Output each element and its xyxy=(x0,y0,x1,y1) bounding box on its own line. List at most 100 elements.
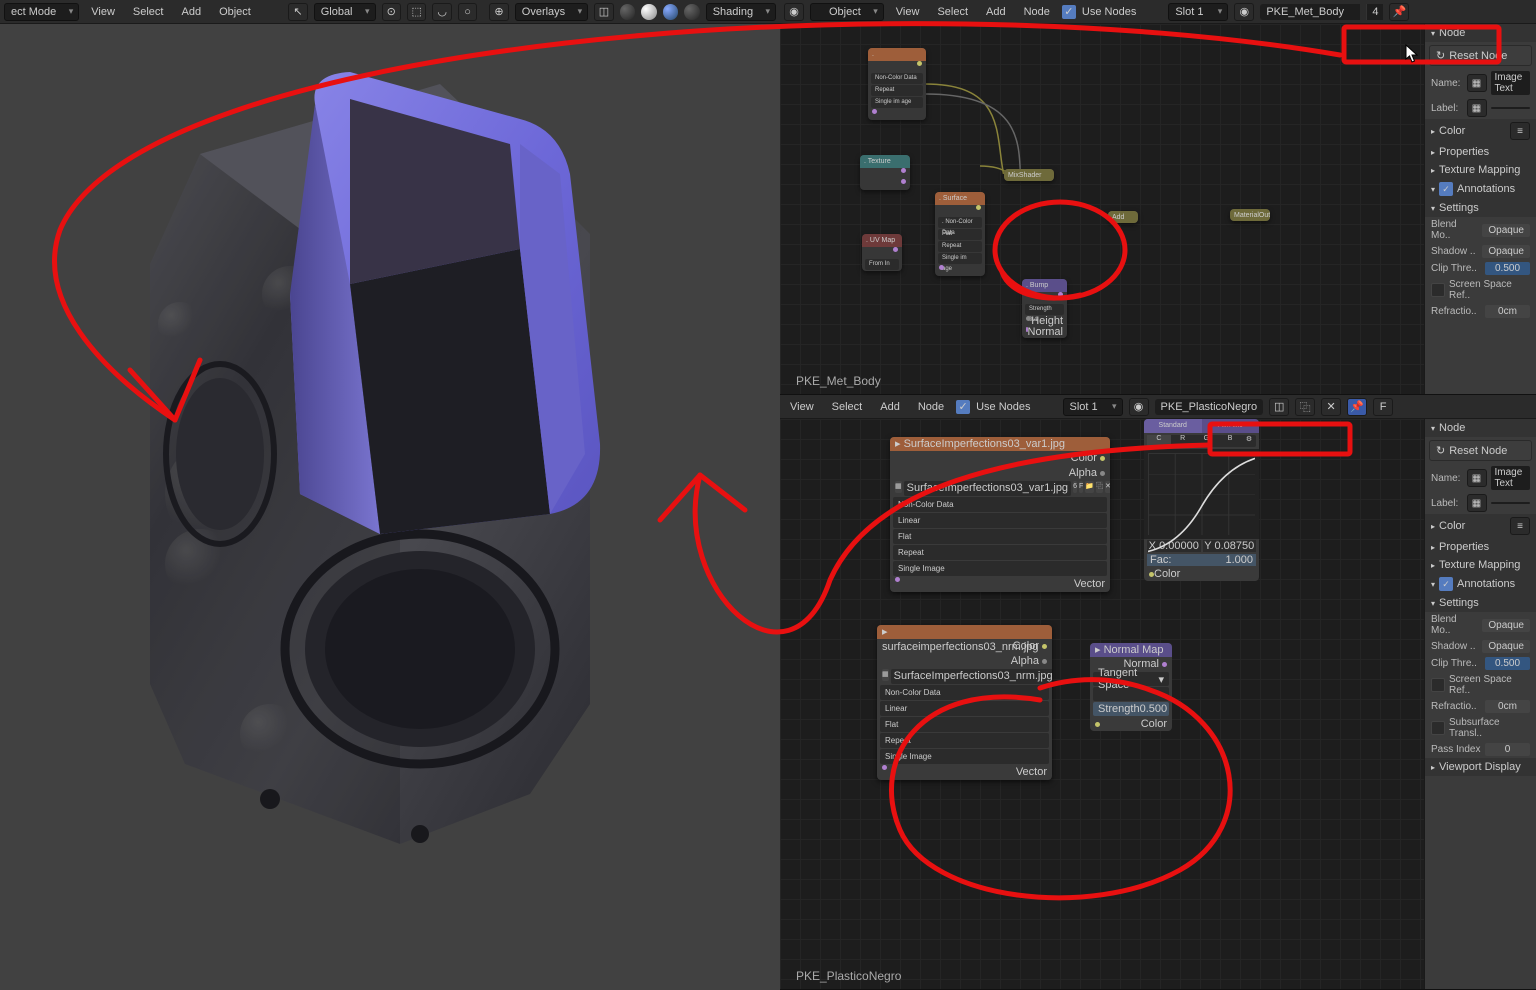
menu-view[interactable]: View xyxy=(85,4,121,20)
clip-label: Clip Thre.. xyxy=(1431,263,1481,274)
wireframe-shading-icon[interactable] xyxy=(620,4,636,20)
copy-icon[interactable]: ⿻ xyxy=(1295,398,1315,416)
snap-target-icon[interactable]: ◡ xyxy=(432,3,451,21)
xray-icon[interactable]: ◫ xyxy=(594,3,613,21)
menu-select[interactable]: Select xyxy=(826,399,869,415)
mode-dropdown[interactable]: ect Mode xyxy=(4,3,79,21)
fake-user-icon[interactable]: F xyxy=(1373,398,1393,416)
datablock-icon[interactable]: ▦ xyxy=(1467,469,1487,487)
orientation-dropdown[interactable]: Global xyxy=(314,3,376,21)
bump-node[interactable]: . Bump Strength 0.4 Height Normal xyxy=(1022,279,1067,338)
clip-value[interactable]: 0.500 xyxy=(1485,657,1530,670)
image-texture-var-node[interactable]: ▸ SurfaceImperfections03_var1.jpg Color … xyxy=(890,437,1110,592)
reset-node-button[interactable]: ↻Reset Node xyxy=(1429,440,1532,461)
menu-view[interactable]: View xyxy=(890,4,926,20)
overlays-dropdown[interactable]: Overlays xyxy=(515,3,588,21)
menu-select[interactable]: Select xyxy=(931,4,974,20)
browse-icon[interactable]: ▦ xyxy=(882,669,889,681)
menu-node[interactable]: Node xyxy=(912,399,950,415)
image-texture-node-2[interactable]: . Surface Imperfections . Non-Color Data… xyxy=(935,192,985,276)
refraction-value[interactable]: 0cm xyxy=(1485,305,1530,318)
panel-properties[interactable]: Properties xyxy=(1425,143,1536,161)
panel-texture-mapping[interactable]: Texture Mapping xyxy=(1425,161,1536,179)
label-field[interactable] xyxy=(1491,502,1531,504)
pin-icon[interactable]: 📌 xyxy=(1347,398,1367,416)
refraction-value[interactable]: 0cm xyxy=(1485,700,1530,713)
blend-mode-value[interactable]: Opaque xyxy=(1482,619,1530,632)
uvmap-node[interactable]: . UV Map From In stance xyxy=(862,234,902,271)
menu-add[interactable]: Add xyxy=(175,4,207,20)
snap-icon[interactable]: ⬚ xyxy=(407,3,426,21)
panel-color[interactable]: Color≡ xyxy=(1425,514,1536,538)
subsurf-checkbox[interactable] xyxy=(1431,721,1445,735)
label-icon[interactable]: ▦ xyxy=(1467,99,1487,117)
panel-annotations[interactable]: ✓Annotations xyxy=(1425,179,1536,199)
panel-node-header[interactable]: Node xyxy=(1425,24,1536,42)
name-field[interactable]: Image Text xyxy=(1491,466,1531,490)
label-icon[interactable]: ▦ xyxy=(1467,494,1487,512)
slot-dropdown[interactable]: Slot 1 xyxy=(1063,398,1123,416)
panel-node-header[interactable]: Node xyxy=(1425,419,1536,437)
material-users[interactable]: 4 xyxy=(1366,4,1383,20)
panel-viewport-display[interactable]: Viewport Display xyxy=(1425,758,1536,776)
material-name-field[interactable]: PKE_PlasticoNegro xyxy=(1155,399,1264,415)
clip-value[interactable]: 0.500 xyxy=(1485,262,1530,275)
clip-label: Clip Thre.. xyxy=(1431,658,1481,669)
use-nodes-checkbox[interactable]: ✓ xyxy=(956,400,970,414)
panel-properties[interactable]: Properties xyxy=(1425,538,1536,556)
browse-icon[interactable]: ▦ xyxy=(895,481,902,493)
editor-type-icon[interactable]: ◉ xyxy=(784,3,804,21)
ssr-checkbox[interactable] xyxy=(1431,283,1445,297)
mix-node[interactable]: MixShader xyxy=(1004,169,1054,181)
material-output-node[interactable]: MaterialOut xyxy=(1230,209,1270,221)
rgb-curves-node[interactable]: StandardFilm like C R G B ⚙ X 0.00000Y 0… xyxy=(1144,419,1259,581)
solid-shading-icon[interactable] xyxy=(641,4,657,20)
reset-node-button[interactable]: ↻Reset Node xyxy=(1429,45,1532,66)
shadow-mode-value[interactable]: Opaque xyxy=(1482,640,1530,653)
menu-add[interactable]: Add xyxy=(980,4,1012,20)
name-field[interactable]: Image Text xyxy=(1491,71,1531,95)
label-field[interactable] xyxy=(1491,107,1531,109)
panel-settings[interactable]: Settings xyxy=(1425,199,1536,217)
rendered-shading-icon[interactable] xyxy=(684,4,700,20)
new-icon[interactable]: ◫ xyxy=(1269,398,1289,416)
shadow-mode-label: Shadow .. xyxy=(1431,246,1478,257)
pivot-icon[interactable]: ⊙ xyxy=(382,3,401,21)
blend-mode-value[interactable]: Opaque xyxy=(1482,224,1530,237)
slot-dropdown[interactable]: Slot 1 xyxy=(1168,3,1228,21)
object-mode-dropdown[interactable]: Object xyxy=(810,3,884,21)
add-node[interactable]: Add xyxy=(1108,211,1138,223)
gizmo-icon[interactable]: ⊕ xyxy=(489,3,508,21)
node-canvas-bottom[interactable]: ▸ SurfaceImperfections03_var1.jpg Color … xyxy=(780,419,1424,989)
menu-node[interactable]: Node xyxy=(1018,4,1056,20)
proportional-icon[interactable]: ○ xyxy=(458,3,477,21)
shadow-mode-value[interactable]: Opaque xyxy=(1482,245,1530,258)
unlink-icon[interactable]: ✕ xyxy=(1321,398,1341,416)
datablock-icon[interactable]: ▦ xyxy=(1467,74,1487,92)
menu-add[interactable]: Add xyxy=(874,399,906,415)
menu-object[interactable]: Object xyxy=(213,4,257,20)
menu-select[interactable]: Select xyxy=(127,4,170,20)
panel-settings[interactable]: Settings xyxy=(1425,594,1536,612)
image-texture-node-1[interactable]: . PKE_Mat_Rug Non-Color Data Repeat Sing… xyxy=(868,48,926,120)
menu-view[interactable]: View xyxy=(784,399,820,415)
panel-texture-mapping[interactable]: Texture Mapping xyxy=(1425,556,1536,574)
cursor-icon[interactable]: ↖ xyxy=(288,3,307,21)
shading-dropdown[interactable]: Shading xyxy=(706,3,776,21)
name-label: Name: xyxy=(1431,473,1463,484)
node-canvas-top[interactable]: . PKE_Mat_Rug Non-Color Data Repeat Sing… xyxy=(780,24,1424,394)
panel-annotations[interactable]: ✓Annotations xyxy=(1425,574,1536,594)
material-browse-icon[interactable]: ◉ xyxy=(1129,398,1149,416)
panel-color[interactable]: Color≡ xyxy=(1425,119,1536,143)
use-nodes-checkbox[interactable]: ✓ xyxy=(1062,5,1076,19)
lookdev-shading-icon[interactable] xyxy=(663,4,679,20)
ssr-checkbox[interactable] xyxy=(1431,678,1445,692)
pin-icon[interactable]: 📌 xyxy=(1389,3,1409,21)
viewport-render-area[interactable] xyxy=(0,24,780,990)
pass-index-value[interactable]: 0 xyxy=(1485,743,1530,756)
material-name-field[interactable]: PKE_Met_Body xyxy=(1260,4,1360,20)
image-texture-nrm-node[interactable]: ▸ surfaceimperfections03_nrm.jpg Color A… xyxy=(877,625,1052,780)
texcoord-node[interactable]: . Texture xyxy=(860,155,910,190)
material-browse-icon[interactable]: ◉ xyxy=(1234,3,1254,21)
normal-map-node[interactable]: ▸ Normal Map Normal Tangent Space▾ Stren… xyxy=(1090,643,1172,731)
